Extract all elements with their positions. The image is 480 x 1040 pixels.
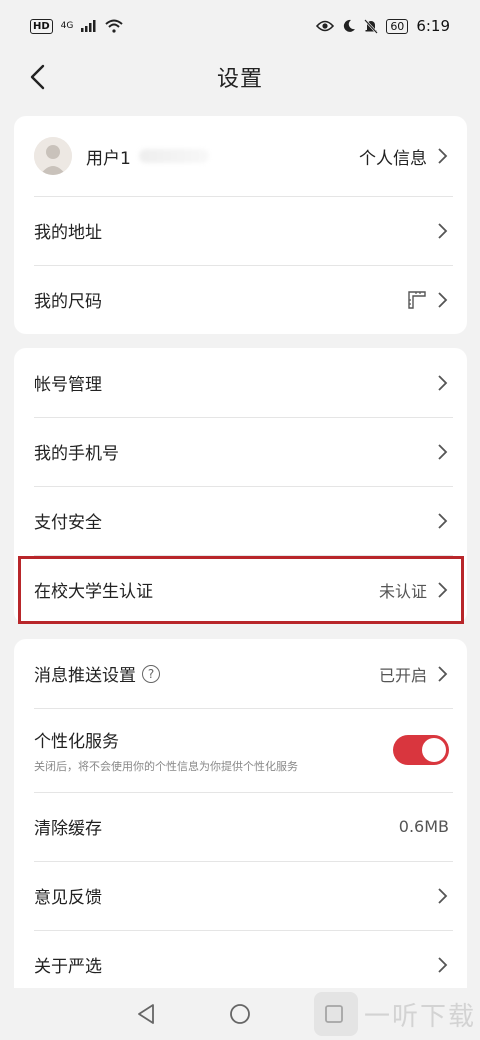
watermark-logo — [313, 992, 358, 1036]
push-status: 已开启 — [378, 665, 427, 685]
profile-right: 个人信息 — [359, 144, 449, 169]
back-button[interactable] — [22, 62, 52, 92]
feedback-label: 意见反馈 — [34, 888, 102, 908]
nav-home-button[interactable] — [228, 1002, 252, 1026]
account-management-row[interactable]: 帐号管理 — [14, 348, 467, 417]
triangle-back-icon — [138, 1004, 154, 1024]
row-right — [437, 512, 449, 530]
address-right — [437, 222, 449, 240]
chevron-right-icon — [438, 148, 448, 164]
row-right: 0.6MB — [399, 817, 449, 836]
chevron-right-icon — [438, 374, 448, 391]
account-card: 用户1 个人信息 我的地址 我的尺码 — [14, 116, 467, 334]
status-left: HD 4G — [30, 18, 124, 34]
ruler-icon — [408, 290, 426, 309]
clear-cache-row[interactable]: 清除缓存 0.6MB — [14, 792, 467, 861]
account-management-label: 帐号管理 — [34, 375, 102, 395]
status-bar: HD 4G 60 6:19 — [0, 0, 480, 52]
student-verification-row[interactable]: 在校大学生认证 未认证 — [14, 555, 467, 624]
payment-security-row[interactable]: 支付安全 — [14, 486, 467, 555]
profile-name: 用户1 — [86, 148, 131, 169]
personalized-service-row: 个性化服务 关闭后，将不会使用你的个性信息为你提供个性化服务 — [14, 708, 467, 792]
chevron-right-icon — [438, 291, 448, 308]
security-card: 帐号管理 我的手机号 支付安全 在校大学生认证 未认证 — [14, 348, 467, 624]
row-right: 未认证 — [379, 578, 449, 602]
personal-info-link[interactable]: 个人信息 — [359, 144, 427, 169]
address-label: 我的地址 — [34, 223, 102, 243]
chevron-right-icon — [438, 887, 448, 904]
address-row[interactable]: 我的地址 — [14, 196, 467, 265]
eye-icon — [316, 20, 335, 32]
circle-home-icon — [230, 1004, 250, 1024]
feedback-row[interactable]: 意见反馈 — [14, 861, 467, 930]
watermark: 一听下载 — [313, 992, 476, 1036]
size-row[interactable]: 我的尺码 — [14, 265, 467, 334]
default-avatar-icon — [34, 137, 72, 175]
verification-status: 未认证 — [378, 581, 427, 601]
row-right — [437, 443, 449, 461]
cache-size: 0.6MB — [398, 817, 449, 836]
help-icon[interactable]: ? — [142, 664, 160, 683]
row-right — [437, 956, 449, 974]
toggle-knob — [422, 738, 446, 762]
row-right — [437, 374, 449, 392]
signal-icon — [81, 20, 96, 32]
status-right: 60 6:19 — [316, 17, 450, 35]
push-settings-row[interactable]: 消息推送设置 ? 已开启 — [14, 639, 467, 708]
about-row[interactable]: 关于严选 — [14, 930, 467, 988]
page-title: 设置 — [216, 67, 263, 92]
student-verification-label: 在校大学生认证 — [34, 582, 153, 602]
wifi-icon — [105, 19, 124, 33]
chevron-right-icon — [438, 665, 448, 682]
payment-security-label: 支付安全 — [34, 513, 102, 533]
hd-badge: HD — [30, 18, 53, 34]
chevron-right-icon — [438, 512, 448, 529]
watermark-text: 一听下载 — [363, 1001, 476, 1032]
back-arrow-icon — [30, 64, 45, 90]
personalized-label-stack: 个性化服务 关闭后，将不会使用你的个性信息为你提供个性化服务 — [34, 727, 298, 774]
row-right — [437, 887, 449, 905]
row-right — [393, 735, 449, 765]
push-settings-label: 消息推送设置 — [34, 666, 136, 686]
phone-label: 我的手机号 — [34, 444, 119, 464]
network-label: 4G — [60, 21, 74, 31]
size-label: 我的尺码 — [34, 292, 102, 312]
profile-row[interactable]: 用户1 个人信息 — [14, 116, 467, 196]
phone-row[interactable]: 我的手机号 — [14, 417, 467, 486]
size-right — [407, 290, 449, 310]
general-card: 消息推送设置 ? 已开启 个性化服务 关闭后，将不会使用你的个性信息为你提供个性… — [14, 639, 467, 988]
about-label: 关于严选 — [34, 957, 102, 977]
personalized-toggle[interactable] — [393, 735, 449, 765]
chevron-right-icon — [438, 222, 448, 239]
personalized-service-label: 个性化服务 — [34, 731, 119, 752]
clear-cache-label: 清除缓存 — [34, 819, 102, 839]
moon-icon — [344, 19, 356, 32]
chevron-right-icon — [438, 443, 448, 460]
status-time: 6:19 — [416, 17, 450, 35]
chevron-right-icon — [438, 956, 448, 973]
header: 设置 — [0, 52, 480, 102]
battery-icon: 60 — [386, 18, 409, 34]
personalized-service-desc: 关闭后，将不会使用你的个性信息为你提供个性化服务 — [34, 759, 298, 773]
nav-back-button[interactable] — [134, 1002, 158, 1026]
chevron-right-icon — [438, 581, 448, 598]
blurred-info — [138, 149, 209, 163]
avatar — [34, 137, 72, 175]
row-right: 已开启 — [379, 662, 449, 686]
mute-bell-icon — [364, 18, 379, 34]
